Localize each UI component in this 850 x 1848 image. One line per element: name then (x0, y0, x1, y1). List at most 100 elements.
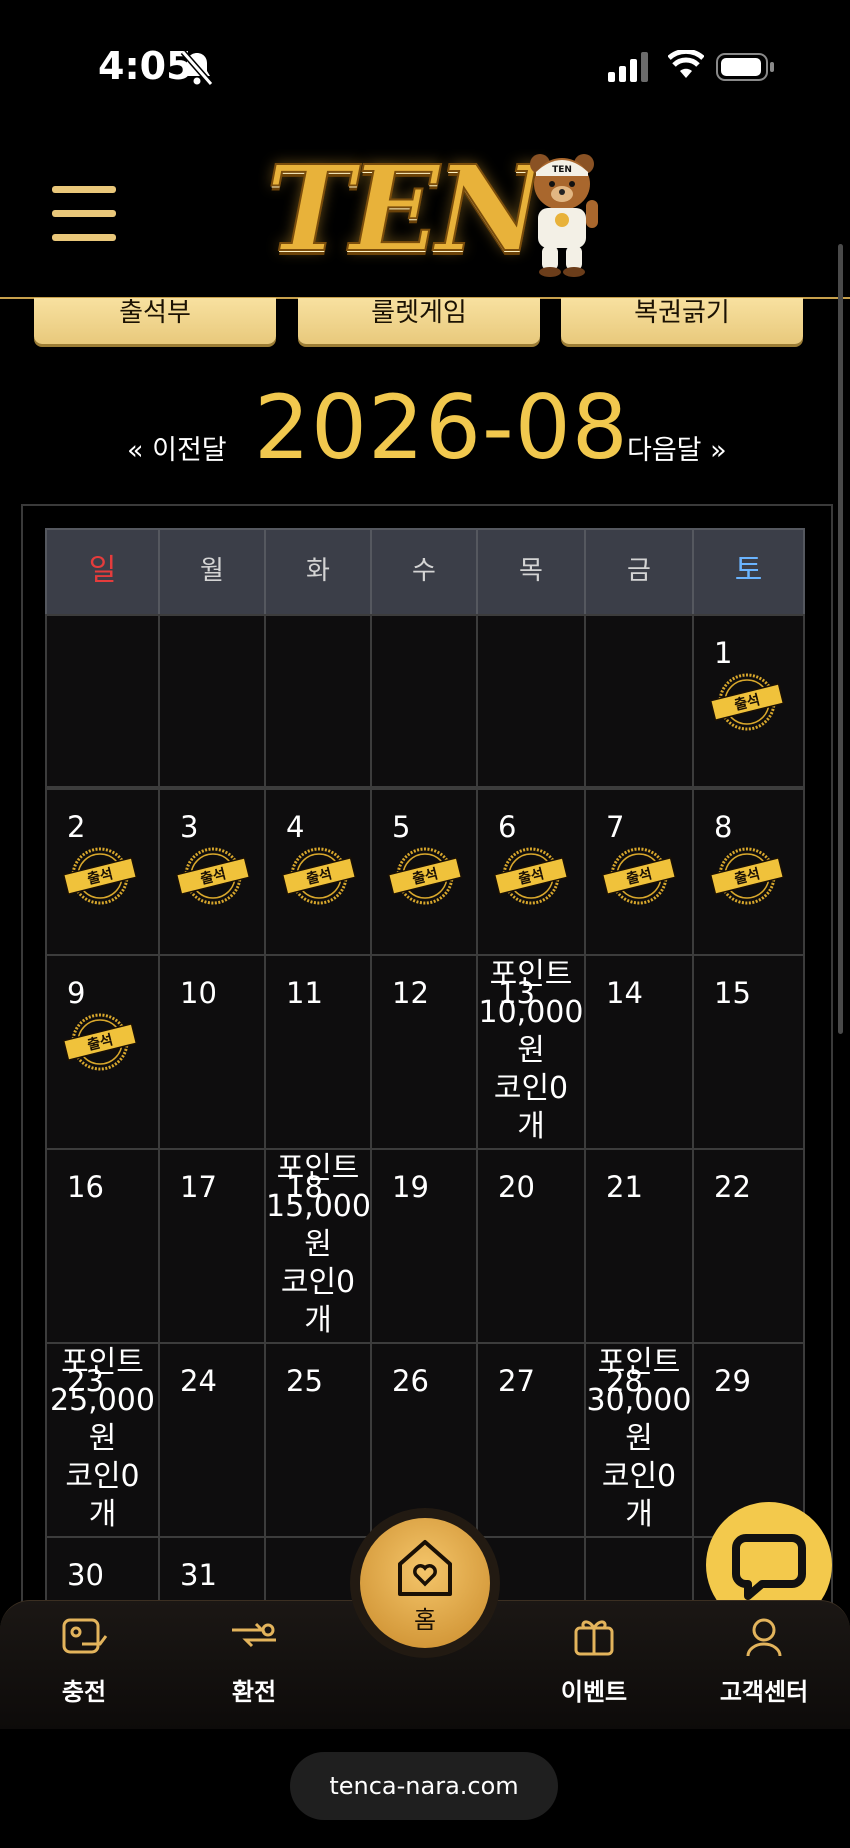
tab-charge[interactable]: 충전 (24, 1610, 144, 1707)
tab-support-label: 고객센터 (719, 1678, 809, 1706)
calendar-day-cell: 21 (584, 1148, 694, 1344)
reward-line: 개 (625, 1497, 653, 1532)
calendar-day-cell: 11 (264, 954, 372, 1150)
day-number: 2 (67, 810, 86, 844)
reward-line: 개 (517, 1109, 545, 1144)
day-number: 12 (392, 976, 429, 1010)
attendance-stamp-icon: 출석 (709, 673, 785, 731)
calendar-day-cell: 26 (370, 1342, 478, 1538)
tab-home-label: 홈 (413, 1606, 437, 1634)
calendar-day-cell: 9 출석 (45, 954, 160, 1150)
tab-support[interactable]: 고객센터 (704, 1610, 824, 1707)
day-number: 30 (67, 1558, 104, 1592)
day-number: 22 (714, 1170, 751, 1204)
tab-home[interactable]: 홈 (360, 1518, 490, 1648)
day-number: 21 (606, 1170, 643, 1204)
day-number: 11 (286, 976, 323, 1010)
day-number: 14 (606, 976, 643, 1010)
calendar-day-cell: 6 출석 (476, 788, 586, 956)
weekday-thu: 목 (476, 528, 586, 616)
day-number: 1 (714, 636, 733, 670)
day-number: 25 (286, 1364, 323, 1398)
calendar-day-cell: 12 (370, 954, 478, 1150)
calendar-day-cell: 28 포인트 30,000 원 코인0 개 (584, 1342, 694, 1538)
weekday-sat: 토 (692, 528, 805, 616)
day-number: 17 (180, 1170, 217, 1204)
support-agent-icon (746, 1618, 782, 1657)
calendar-day-cell: 16 (45, 1148, 160, 1344)
calendar-day-cell: 22 (692, 1148, 805, 1344)
calendar-day-cell: 19 (370, 1148, 478, 1344)
weekday-mon: 월 (158, 528, 266, 616)
prev-month-link[interactable]: « 이전달 (127, 428, 227, 467)
wifi-icon (668, 50, 704, 78)
calendar-day-cell: 4 출석 (264, 788, 372, 956)
exchange-icon (232, 1622, 276, 1648)
weekday-tue: 화 (264, 528, 372, 616)
reward-line: 원 (88, 1421, 117, 1456)
calendar-day-cell: 25 (264, 1342, 372, 1538)
current-month-title: 2026-08 (254, 376, 629, 479)
calendar-day-cell: 14 (584, 954, 694, 1150)
attendance-button[interactable]: 출석부 (34, 298, 276, 344)
day-number: 26 (392, 1364, 429, 1398)
tab-exchange-label: 환전 (231, 1678, 277, 1706)
scratch-lottery-button[interactable]: 복권긁기 (561, 298, 803, 344)
calendar-weekday-header: 일 월 화 수 목 금 토 (45, 528, 805, 616)
reward-line: 포인트 (276, 1151, 360, 1186)
ten-logo[interactable]: TEN TEN (262, 139, 602, 278)
calendar-day-cell: 10 (158, 954, 266, 1150)
charge-icon (62, 1618, 108, 1654)
day-number: 9 (67, 976, 86, 1010)
reward-line: 10,000 (478, 995, 584, 1030)
calendar-day-cell: 15 (692, 954, 805, 1150)
day-number: 5 (392, 810, 411, 844)
day-number: 3 (180, 810, 199, 844)
weekday-fri: 금 (584, 528, 694, 616)
reward-line: 포인트 (489, 957, 573, 992)
tab-charge-label: 충전 (61, 1678, 107, 1706)
status-bar: 4:05 (0, 0, 850, 130)
day-number: 24 (180, 1364, 217, 1398)
calendar-day-cell: 17 (158, 1148, 266, 1344)
weekday-wed: 수 (370, 528, 478, 616)
day-number: 20 (498, 1170, 535, 1204)
calendar-day-cell: 23 포인트 25,000 원 코인0 개 (45, 1342, 160, 1538)
battery-icon (716, 53, 774, 81)
calendar-day-cell: 1 출석 (692, 614, 805, 788)
browser-url-bar[interactable]: tenca-nara.com (290, 1752, 558, 1820)
calendar-day-cell: 20 (476, 1148, 586, 1344)
calendar-day-cell: 27 (476, 1342, 586, 1538)
status-time: 4:05 (98, 44, 193, 88)
weekday-sun: 일 (45, 528, 160, 616)
logo-text: TEN (265, 139, 545, 278)
attendance-stamp-icon: 출석 (62, 1013, 138, 1071)
calendar-empty-cell (45, 614, 160, 788)
day-number: 10 (180, 976, 217, 1010)
reward-line: 코인0 (601, 1459, 677, 1494)
calendar-empty-cell (584, 614, 694, 788)
day-number: 16 (67, 1170, 104, 1204)
attendance-stamp-icon: 출석 (709, 847, 785, 905)
calendar-day-cell: 3 출석 (158, 788, 266, 956)
attendance-stamp-icon: 출석 (62, 847, 138, 905)
calendar-day-cell: 18 포인트 15,000 원 코인0 개 (264, 1148, 372, 1344)
attendance-stamp-icon: 출석 (281, 847, 357, 905)
reward-line: 원 (517, 1033, 545, 1068)
calendar-day-cell: 5 출석 (370, 788, 478, 956)
tab-exchange[interactable]: 환전 (194, 1610, 314, 1707)
hamburger-menu-icon[interactable] (52, 186, 116, 242)
cellular-signal-icon (608, 52, 648, 82)
page-scrollbar[interactable] (838, 244, 843, 1034)
bear-cap-text: TEN (552, 165, 572, 175)
reward-line: 15,000 (266, 1189, 371, 1224)
tab-event[interactable]: 이벤트 (534, 1610, 654, 1707)
next-month-link[interactable]: 다음달 » (627, 428, 727, 467)
roulette-game-button[interactable]: 룰렛게임 (298, 298, 540, 344)
reward-line: 포인트 (597, 1345, 681, 1380)
day-number: 4 (286, 810, 305, 844)
reward-line: 코인0 (280, 1265, 356, 1300)
attendance-stamp-icon: 출석 (493, 847, 569, 905)
day-number: 27 (498, 1364, 535, 1398)
calendar-day-cell: 24 (158, 1342, 266, 1538)
